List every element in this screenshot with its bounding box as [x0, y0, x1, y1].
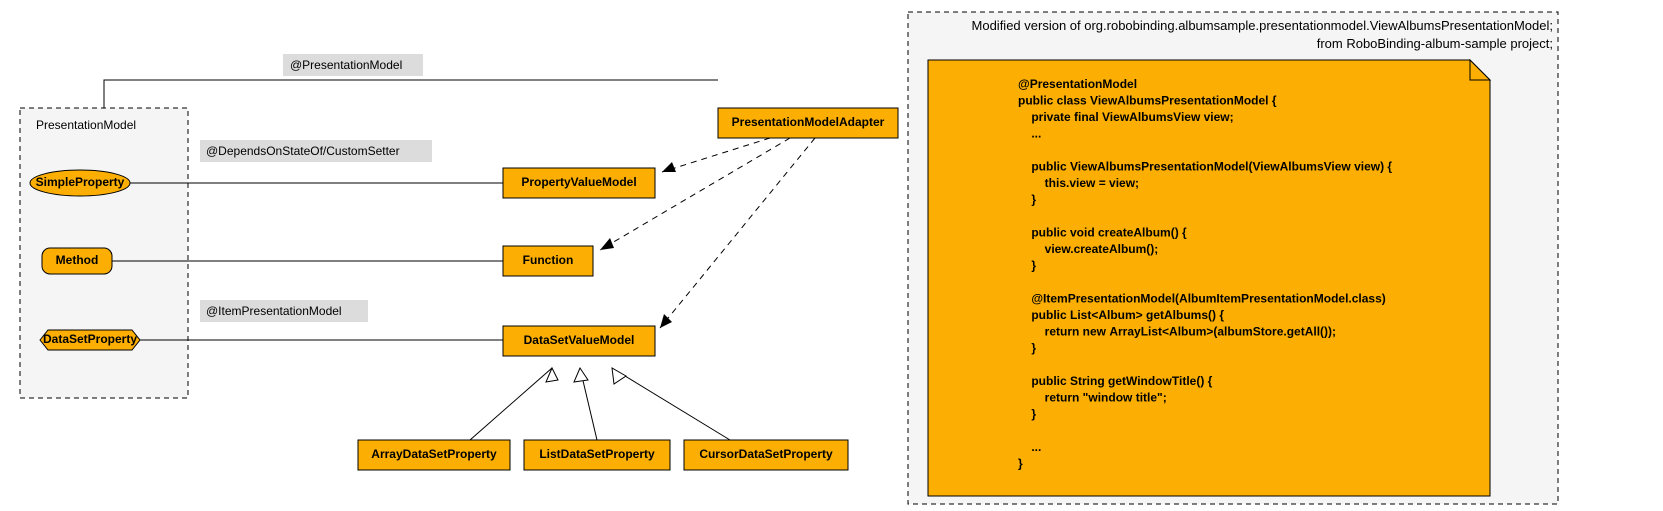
code-line: } [1018, 457, 1023, 471]
note-title-line1: Modified version of org.robobinding.albu… [972, 18, 1553, 33]
note-title-line2: from RoboBinding-album-sample project; [1317, 36, 1553, 51]
svg-text:CursorDataSetProperty: CursorDataSetProperty [699, 447, 833, 461]
svg-text:Function: Function [523, 253, 574, 267]
simple-property-label: SimpleProperty [36, 175, 125, 189]
code-line: return "window title"; [1018, 391, 1167, 405]
code-line: ... [1018, 440, 1041, 454]
code-line: this.view = view; [1018, 176, 1139, 190]
edge-cursor-dsvm [612, 368, 730, 440]
array-dsp-node: ArrayDataSetProperty [358, 440, 510, 470]
svg-text:DataSetValueModel: DataSetValueModel [524, 333, 635, 347]
depends-on-tag: @DependsOnStateOf/CustomSetter [200, 140, 432, 162]
property-value-model-node: PropertyValueModel [503, 168, 655, 198]
edge-package-to-pma [104, 80, 718, 108]
code-line: return new ArrayList<Album>(albumStore.g… [1018, 325, 1336, 339]
svg-text:ListDataSetProperty: ListDataSetProperty [539, 447, 655, 461]
edge-pma-pvm [662, 138, 770, 172]
cursor-dsp-node: CursorDataSetProperty [684, 440, 848, 470]
code-line: } [1018, 341, 1036, 355]
dataset-property-label: DataSetProperty [43, 332, 137, 346]
code-line: ... [1018, 127, 1041, 141]
note-package: Modified version of org.robobinding.albu… [908, 12, 1558, 504]
presentation-model-package: PresentationModel SimpleProperty Method … [20, 108, 188, 398]
svg-text:PresentationModelAdapter: PresentationModelAdapter [732, 115, 885, 129]
svg-text:@ItemPresentationModel: @ItemPresentationModel [206, 304, 342, 318]
function-node: Function [503, 246, 593, 276]
code-line: view.createAlbum(); [1018, 242, 1158, 256]
item-pm-tag: @ItemPresentationModel [200, 300, 368, 322]
svg-text:PropertyValueModel: PropertyValueModel [521, 175, 636, 189]
arrow-pma-dsvm [660, 314, 672, 328]
method-label: Method [56, 253, 99, 267]
arrow-pma-pvm [662, 162, 676, 172]
code-line: public void createAlbum() { [1018, 226, 1187, 240]
edge-pma-dsvm [660, 138, 815, 328]
code-note [928, 60, 1490, 496]
edge-array-dsvm [470, 368, 552, 440]
code-line: } [1018, 407, 1036, 421]
svg-text:@DependsOnStateOf/CustomSetter: @DependsOnStateOf/CustomSetter [206, 144, 400, 158]
code-line: } [1018, 193, 1036, 207]
code-line: @ItemPresentationModel(AlbumItemPresenta… [1018, 292, 1386, 306]
list-dsp-node: ListDataSetProperty [524, 440, 670, 470]
code-line: private final ViewAlbumsView view; [1018, 110, 1234, 124]
code-line: } [1018, 259, 1036, 273]
code-line: public ViewAlbumsPresentationModel(ViewA… [1018, 160, 1392, 174]
package-title: PresentationModel [36, 118, 136, 132]
code-line: @PresentationModel [1018, 77, 1137, 91]
code-line: public class ViewAlbumsPresentationModel… [1018, 94, 1277, 108]
svg-text:ArrayDataSetProperty: ArrayDataSetProperty [371, 447, 497, 461]
code-line: public String getWindowTitle() { [1018, 374, 1213, 388]
presentation-model-tag: @PresentationModel [283, 54, 423, 76]
arrow-pma-function [600, 238, 614, 250]
dataset-value-model-node: DataSetValueModel [503, 326, 655, 356]
svg-text:@PresentationModel: @PresentationModel [290, 58, 402, 72]
code-line: public List<Album> getAlbums() { [1018, 308, 1224, 322]
presentation-model-adapter-node: PresentationModelAdapter [718, 108, 898, 138]
